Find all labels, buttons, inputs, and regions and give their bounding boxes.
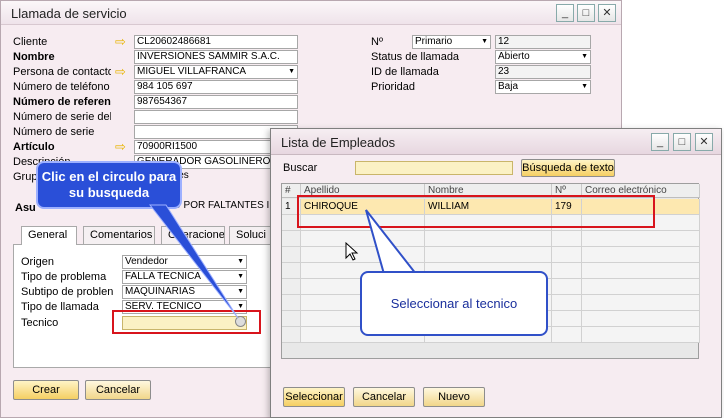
callout2-pointer <box>365 209 419 275</box>
callout2-pointer-layer <box>365 209 419 275</box>
callout-select-tech-text: Seleccionar al tecnico <box>390 296 518 311</box>
callout-select-tech: Seleccionar al tecnico <box>360 271 548 336</box>
